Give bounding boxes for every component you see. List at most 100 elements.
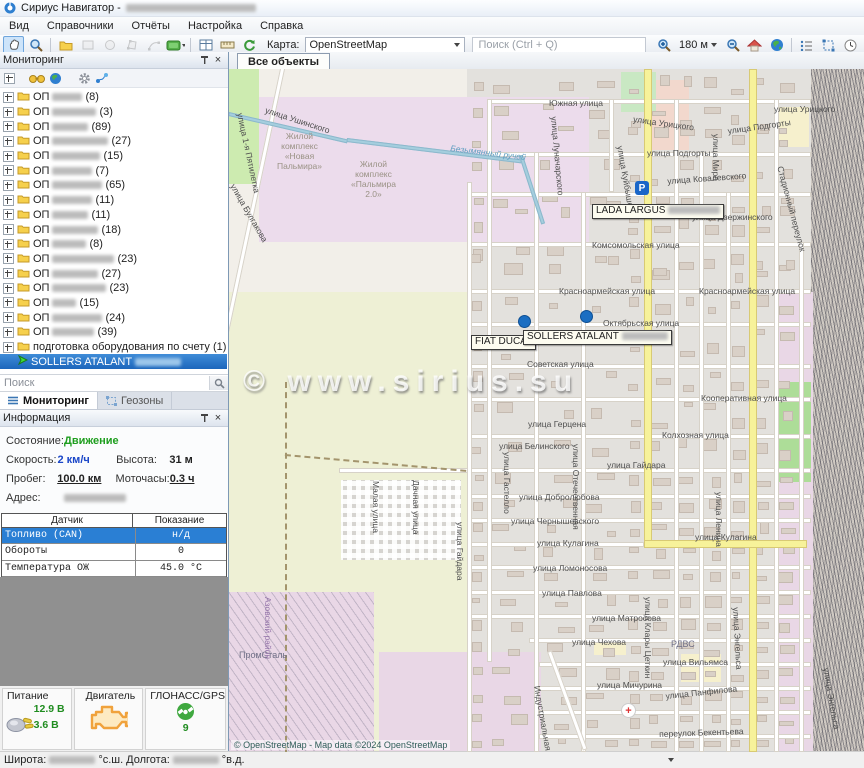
hours-value[interactable]: 0.3 ч	[170, 473, 228, 485]
menu-directories[interactable]: Справочники	[38, 18, 123, 34]
tree-item[interactable]: ОП (65)	[0, 178, 228, 193]
expand-icon[interactable]	[3, 180, 14, 191]
expand-icon[interactable]	[3, 224, 14, 235]
tree-item-selected[interactable]: SOLLERS ATALANT	[0, 354, 227, 369]
tree-item[interactable]: ОП (39)	[0, 325, 228, 340]
toolbar-separator	[791, 38, 792, 52]
close-icon[interactable]: ×	[211, 413, 225, 423]
menu-view[interactable]: Вид	[0, 18, 38, 34]
building	[679, 528, 694, 536]
building	[472, 572, 482, 583]
expand-icon[interactable]	[3, 151, 14, 162]
building	[733, 450, 746, 460]
expand-icon[interactable]	[3, 283, 14, 294]
vehicle-marker-label[interactable]: SOLLERS ATALANT	[523, 330, 672, 345]
expand-icon[interactable]	[3, 312, 14, 323]
pin-icon[interactable]	[197, 55, 211, 65]
expand-icon[interactable]	[3, 239, 14, 250]
building	[511, 622, 524, 632]
expand-icon[interactable]	[3, 209, 14, 220]
tree-item[interactable]: ОП (11)	[0, 193, 228, 208]
tree-search-button[interactable]	[209, 376, 228, 390]
tree-item[interactable]: ОП (27)	[0, 134, 228, 149]
globe-small-icon[interactable]	[49, 72, 62, 85]
panel-filler	[0, 577, 228, 686]
tree-item[interactable]: ОП (23)	[0, 281, 228, 296]
vehicle-position-dot[interactable]	[518, 315, 531, 328]
close-icon[interactable]: ×	[211, 55, 225, 65]
building	[705, 596, 722, 607]
building	[605, 740, 618, 747]
tab-geozones[interactable]: Геозоны	[98, 392, 172, 409]
vehicle-marker-label[interactable]: LADA LARGUS	[592, 204, 724, 219]
tree-item[interactable]: ОП (24)	[0, 310, 228, 325]
vehicle-marker-text: LADA LARGUS	[596, 205, 665, 216]
gear-icon[interactable]	[78, 72, 91, 85]
global-search-input[interactable]: Поиск (Ctrl + Q)	[472, 37, 647, 54]
pin-icon[interactable]	[197, 413, 211, 423]
tree-item[interactable]: ОП (7)	[0, 163, 228, 178]
tree-item[interactable]: ОП (23)	[0, 252, 228, 267]
sensor-row[interactable]: Температура ОЖ45.0 °C	[2, 561, 226, 577]
tree-search-input[interactable]: Поиск	[0, 374, 228, 392]
sensor-row[interactable]: Обороты0	[2, 544, 226, 560]
tree-item[interactable]: ОП (3)	[0, 105, 228, 120]
map-provider-select[interactable]: OpenStreetMap	[305, 37, 465, 54]
tree-item[interactable]: ОП (11)	[0, 208, 228, 223]
expand-icon[interactable]	[3, 195, 14, 206]
status-caret-icon[interactable]	[668, 758, 674, 762]
expand-icon[interactable]	[3, 297, 14, 308]
building	[472, 162, 482, 172]
tree-item[interactable]: ОП (27)	[0, 266, 228, 281]
tree-item[interactable]: ОП (18)	[0, 222, 228, 237]
building	[594, 548, 603, 560]
tree-item[interactable]: ОП (15)	[0, 296, 228, 311]
sensor-row[interactable]: Топливо (CAN)н/д	[2, 528, 226, 544]
tab-monitoring[interactable]: Мониторинг	[0, 392, 98, 409]
building	[703, 439, 716, 451]
expand-icon[interactable]	[3, 165, 14, 176]
building	[630, 529, 640, 537]
expand-icon[interactable]	[3, 121, 14, 132]
building	[780, 332, 795, 341]
expand-icon[interactable]	[3, 268, 14, 279]
menu-help[interactable]: Справка	[251, 18, 312, 34]
expand-all-button[interactable]	[4, 73, 15, 84]
expand-icon[interactable]	[3, 107, 14, 118]
tree-item[interactable]: ОП (8)	[0, 237, 228, 252]
street-label: Комсомольская улица	[592, 240, 680, 250]
tree-item[interactable]: ОП (15)	[0, 149, 228, 164]
expand-icon[interactable]	[3, 327, 14, 338]
street-label: улица Павлова	[542, 588, 602, 598]
tree-item-count: (18)	[101, 224, 121, 236]
mileage-value[interactable]: 100.0 км	[57, 473, 115, 485]
refresh-icon	[243, 39, 256, 52]
building	[492, 524, 508, 531]
tree-item[interactable]: ОП (8)	[0, 90, 228, 105]
expand-icon[interactable]	[3, 92, 14, 103]
building	[494, 106, 508, 115]
rect-shape-icon	[82, 39, 94, 51]
left-tabs: Мониторинг Геозоны	[0, 392, 228, 410]
building	[629, 547, 639, 553]
building	[780, 645, 795, 654]
binoculars-icon[interactable]	[29, 73, 45, 84]
vehicle-position-dot[interactable]	[580, 310, 593, 323]
map-canvas[interactable]: © www.sirius.su © OpenStreetMap - Map da…	[229, 69, 864, 752]
map-tab-all-objects[interactable]: Все объекты	[237, 53, 330, 70]
expand-icon[interactable]	[3, 136, 14, 147]
expand-icon[interactable]	[3, 342, 14, 353]
route-icon[interactable]	[95, 72, 109, 84]
tree-item[interactable]: подготовка оборудования по счету (1)	[0, 340, 228, 355]
building	[680, 716, 693, 722]
building	[707, 623, 721, 631]
zoom-in-icon	[657, 38, 671, 52]
menu-settings[interactable]: Настройка	[179, 18, 251, 34]
expand-icon[interactable]	[3, 253, 14, 264]
menu-reports[interactable]: Отчёты	[123, 18, 179, 34]
tree-item[interactable]: ОП (89)	[0, 119, 228, 134]
chevron-down-icon	[711, 43, 717, 47]
building	[595, 256, 607, 263]
tree-item-label: ОП	[33, 106, 49, 118]
zoom-scale-select[interactable]: 180 м	[675, 37, 721, 54]
